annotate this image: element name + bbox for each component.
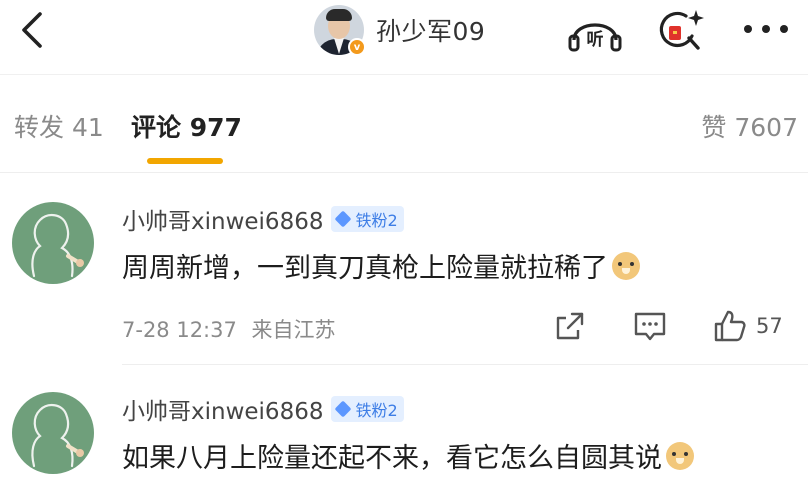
share-icon[interactable] — [552, 308, 588, 344]
sketch-avatar-icon — [31, 404, 84, 468]
sketch-avatar-icon — [31, 214, 84, 278]
back-button[interactable] — [14, 8, 54, 52]
tab-likes[interactable]: 赞 7607 — [701, 108, 798, 144]
diamond-icon — [334, 400, 352, 418]
tab-bar: 转发 41 评论 977 赞 7607 — [0, 100, 808, 164]
fan-badge[interactable]: 铁粉2 — [331, 206, 404, 232]
comment-icon[interactable] — [632, 308, 668, 344]
comment-location: 来自江苏 — [251, 318, 336, 342]
fan-badge[interactable]: 铁粉2 — [331, 396, 404, 422]
commenter-avatar[interactable] — [12, 202, 94, 284]
comment-body: 周周新增，一到真刀真枪上险量就拉稀了 — [122, 253, 608, 284]
more-dots-icon — [744, 25, 788, 33]
comment-header: 小帅哥xinwei6868 铁粉2 — [122, 202, 404, 236]
listen-button[interactable]: 听 — [566, 10, 624, 54]
sparkle-search-icon — [659, 10, 704, 50]
doge-emoji-icon — [612, 251, 640, 280]
diamond-icon — [334, 210, 352, 228]
svg-text:听: 听 — [587, 29, 604, 50]
commenter-name[interactable]: 小帅哥xinwei6868 — [122, 392, 323, 426]
fan-badge-label: 铁粉2 — [355, 211, 398, 230]
comment-time: 7-28 12:37 — [122, 318, 237, 342]
username[interactable]: 孙少军09 — [376, 12, 485, 48]
verified-badge-icon: v — [348, 38, 366, 56]
headphones-icon: 听 — [568, 23, 622, 52]
chevron-left-icon — [22, 12, 42, 48]
doge-emoji-icon — [666, 441, 694, 470]
comment-item: 小帅哥xinwei6868 铁粉2 周周新增，一到真刀真枪上险量就拉稀了 7-2… — [0, 172, 808, 365]
commenter-name[interactable]: 小帅哥xinwei6868 — [122, 202, 323, 236]
tab-comments[interactable]: 评论 977 — [131, 108, 242, 144]
like-thumb-icon[interactable] — [712, 308, 748, 344]
tab-repost[interactable]: 转发 41 — [14, 108, 104, 144]
comment-meta: 7-28 12:37 来自江苏 — [122, 314, 336, 344]
comment-text[interactable]: 如果八月上险量还起不来，看它怎么自圆其说 — [122, 436, 694, 475]
user-header[interactable]: 孙少军09 — [314, 4, 485, 56]
comment-header: 小帅哥xinwei6868 铁粉2 — [122, 392, 404, 426]
active-tab-indicator — [147, 158, 223, 164]
comment-actions: 57 — [552, 308, 783, 344]
fan-badge-label: 铁粉2 — [355, 401, 398, 420]
top-bar: 孙少军09 v 听 — [0, 0, 808, 74]
more-button[interactable] — [740, 16, 792, 42]
comment-text[interactable]: 周周新增，一到真刀真枪上险量就拉稀了 — [122, 246, 640, 285]
comment-item: 小帅哥xinwei6868 铁粉2 如果八月上险量还起不来，看它怎么自圆其说 — [0, 364, 808, 490]
like-count: 57 — [756, 314, 783, 338]
comment-body: 如果八月上险量还起不来，看它怎么自圆其说 — [122, 443, 662, 474]
sparkle-search-button[interactable] — [656, 6, 706, 54]
commenter-avatar[interactable] — [12, 392, 94, 474]
header-divider — [0, 74, 808, 75]
